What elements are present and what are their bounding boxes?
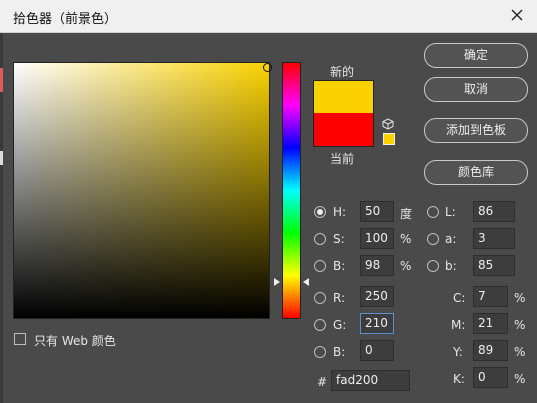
s-unit: % (400, 232, 412, 246)
saturation-brightness-field[interactable] (13, 62, 270, 319)
color-field-marker[interactable] (263, 63, 272, 72)
g-input[interactable]: 210 (360, 313, 394, 334)
k-input[interactable]: 0 (473, 367, 508, 388)
b-rgb-input[interactable]: 0 (360, 340, 394, 361)
current-color-label: 当前 (330, 152, 355, 166)
hex-input[interactable]: fad200 (331, 370, 410, 391)
color-libraries-button[interactable]: 颜色库 (424, 160, 528, 185)
y-input[interactable]: 89 (473, 340, 508, 361)
hue-slider-handle-left[interactable] (274, 278, 280, 286)
m-unit: % (514, 318, 526, 332)
title-bar: 拾色器（前景色） (0, 0, 537, 33)
cancel-button[interactable]: 取消 (424, 77, 528, 102)
radio-b-hsb[interactable] (314, 260, 326, 272)
b-hsb-input[interactable]: 98 (360, 255, 394, 276)
r-input[interactable]: 250 (360, 286, 394, 307)
b-hsb-unit: % (400, 259, 412, 273)
new-color-label: 新的 (330, 65, 355, 79)
radio-a[interactable] (427, 233, 439, 245)
background-red-tab (0, 68, 3, 92)
l-label: L: (445, 205, 456, 219)
s-input[interactable]: 100 (360, 228, 394, 249)
radio-r[interactable] (314, 292, 326, 304)
radio-l[interactable] (427, 206, 439, 218)
y-unit: % (514, 345, 526, 359)
l-input[interactable]: 86 (473, 201, 515, 222)
close-icon[interactable] (509, 7, 525, 23)
current-color-swatch[interactable] (313, 113, 374, 147)
b-hsb-label: B: (333, 259, 346, 273)
background-window-edge (0, 33, 3, 403)
web-colors-only-label: 只有 Web 颜色 (34, 334, 116, 348)
add-to-swatches-button[interactable]: 添加到色板 (424, 118, 528, 143)
y-label: Y: (453, 345, 463, 359)
hue-slider-handle-right[interactable] (303, 278, 309, 286)
ok-button[interactable]: 确定 (424, 43, 528, 68)
c-unit: % (514, 291, 526, 305)
cube-icon[interactable] (382, 118, 394, 130)
h-unit: 度 (400, 207, 413, 221)
radio-s[interactable] (314, 233, 326, 245)
a-label: a: (445, 232, 457, 246)
radio-b-rgb[interactable] (314, 346, 326, 358)
c-input[interactable]: 7 (473, 286, 508, 307)
b-lab-label: b: (445, 259, 457, 273)
c-label: C: (453, 291, 466, 305)
hue-slider[interactable] (282, 62, 301, 319)
a-input[interactable]: 3 (473, 228, 515, 249)
b-rgb-label: B: (333, 345, 346, 359)
window-title: 拾色器（前景色） (13, 12, 118, 27)
s-label: S: (333, 232, 345, 246)
new-color-swatch (313, 80, 374, 113)
h-input[interactable]: 50 (360, 201, 394, 222)
radio-h[interactable] (314, 206, 326, 218)
m-label: M: (451, 318, 466, 332)
web-colors-only-checkbox[interactable] (14, 333, 26, 345)
web-safe-color-swatch[interactable] (383, 133, 395, 145)
k-label: K: (453, 372, 465, 386)
m-input[interactable]: 21 (473, 313, 508, 334)
radio-b-lab[interactable] (427, 260, 439, 272)
background-light-tab (0, 151, 3, 165)
g-label: G: (333, 318, 347, 332)
radio-g[interactable] (314, 319, 326, 331)
r-label: R: (333, 291, 346, 305)
hex-label: # (317, 375, 328, 389)
h-label: H: (333, 205, 347, 219)
b-lab-input[interactable]: 85 (473, 255, 515, 276)
k-unit: % (514, 372, 526, 386)
